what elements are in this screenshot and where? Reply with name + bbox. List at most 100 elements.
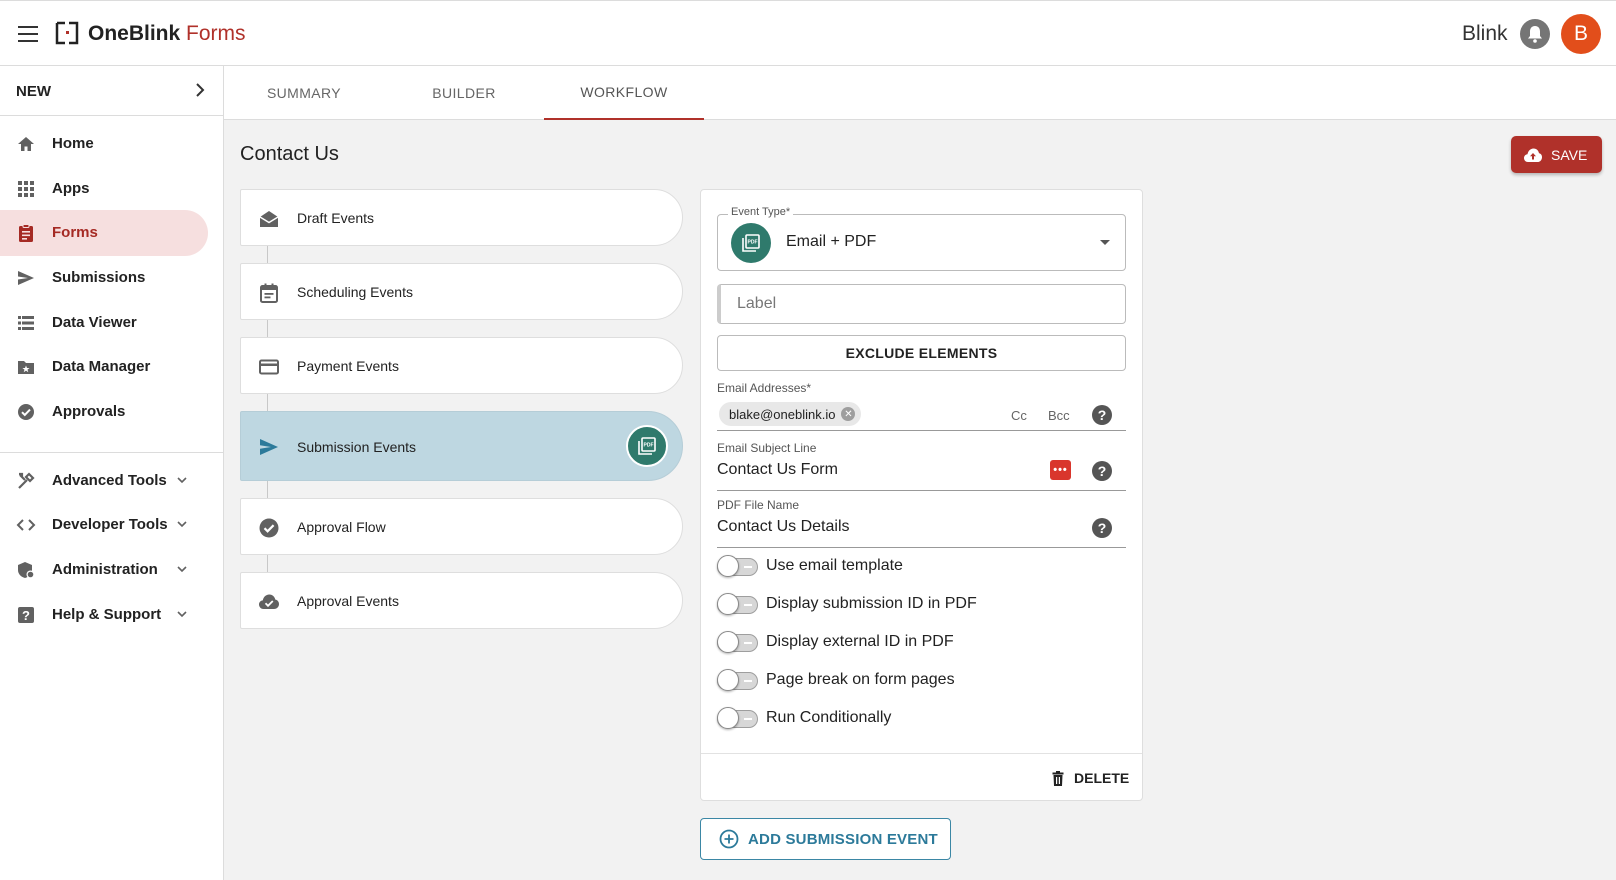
toggle-label: Display submission ID in PDF (766, 595, 977, 612)
notifications-bell-icon[interactable] (1520, 19, 1550, 49)
chevron-down-icon (177, 521, 187, 528)
page-title: Contact Us (240, 143, 339, 165)
dropdown-caret-icon (1100, 240, 1110, 245)
app-logo-text[interactable]: OneBlink Forms (88, 21, 246, 47)
toggle-knob (717, 631, 739, 653)
help-icon[interactable]: ? (1092, 518, 1112, 538)
sidebar-divider (0, 452, 223, 453)
delete-button[interactable]: DELETE (1052, 768, 1129, 788)
sidebar-item-label: Forms (52, 224, 98, 241)
event-scheduling-events[interactable]: Scheduling Events (240, 263, 683, 320)
sidebar: NEW Home Apps Forms Submissions Data Vie… (0, 66, 224, 880)
check-circle-icon (259, 518, 279, 538)
credit-card-icon (259, 359, 279, 375)
chevron-down-icon (177, 611, 187, 618)
event-label: Scheduling Events (297, 284, 413, 300)
tab-workflow[interactable]: WORKFLOW (544, 66, 704, 120)
sidebar-item-label: Administration (52, 561, 158, 578)
logo-part-oneblink: OneBlink (88, 22, 181, 45)
bcc-button[interactable]: Bcc (1048, 408, 1070, 423)
sidebar-item-label: Home (52, 135, 94, 152)
home-icon (18, 137, 34, 151)
hamburger-menu-icon[interactable] (18, 26, 38, 42)
pdf-file-name-field[interactable]: PDF File Name Contact Us Details ? (717, 498, 1126, 548)
form-tabs: SUMMARY BUILDER WORKFLOW (224, 66, 1616, 120)
sidebar-item-submissions[interactable]: Submissions (0, 255, 208, 301)
event-label: Draft Events (297, 210, 375, 226)
toggle-off-dash (744, 604, 752, 606)
sidebar-item-label: Data Manager (52, 358, 151, 375)
sidebar-group-developer-tools[interactable]: Developer Tools (0, 502, 208, 548)
chevron-down-icon (177, 477, 187, 484)
help-icon[interactable]: ? (1092, 461, 1112, 481)
user-avatar[interactable]: B (1561, 14, 1601, 54)
exclude-elements-button[interactable]: EXCLUDE ELEMENTS (717, 335, 1126, 371)
pdf-badge-icon: PDF (626, 425, 668, 467)
event-label: Approval Flow (297, 519, 386, 535)
insert-element-token-icon[interactable]: ••• (1050, 460, 1071, 480)
event-type-legend: Event Type* (728, 206, 794, 218)
new-button[interactable]: NEW (0, 66, 223, 116)
cloud-check-icon (259, 594, 279, 609)
email-addresses-field[interactable]: Email Addresses* blake@oneblink.io ✕ Cc … (717, 381, 1126, 431)
event-payment-events[interactable]: Payment Events (240, 337, 683, 394)
toggle-knob (717, 555, 739, 577)
cloud-upload-icon (1524, 148, 1542, 162)
toggle-knob (717, 707, 739, 729)
email-addresses-caption: Email Addresses* (717, 381, 812, 395)
event-type-select[interactable]: Event Type* PDF Email + PDF (717, 206, 1126, 271)
check-circle-icon (18, 404, 34, 420)
sidebar-item-home[interactable]: Home (0, 121, 208, 167)
add-submission-event-button[interactable]: ADD SUBMISSION EVENT (700, 818, 951, 860)
event-label: Approval Events (297, 593, 399, 609)
event-label: Submission Events (297, 439, 417, 455)
pdf-icon: PDF (731, 223, 771, 263)
tenant-name: Blink (1462, 22, 1508, 45)
event-approval-flow[interactable]: Approval Flow (240, 498, 683, 555)
cc-button[interactable]: Cc (1011, 408, 1027, 423)
tab-builder[interactable]: BUILDER (384, 66, 544, 120)
code-icon (16, 519, 36, 531)
toggle-label: Display external ID in PDF (766, 633, 954, 650)
toggle-off-dash (744, 566, 752, 568)
new-label: NEW (16, 83, 51, 100)
email-subject-field[interactable]: Email Subject Line Contact Us Form ••• ? (717, 441, 1126, 491)
toggle-off-dash (744, 642, 752, 644)
card-divider (701, 753, 1142, 754)
save-label: SAVE (1551, 146, 1588, 163)
tab-summary[interactable]: SUMMARY (224, 66, 384, 120)
sidebar-group-advanced-tools[interactable]: Advanced Tools (0, 458, 208, 504)
sidebar-item-forms[interactable]: Forms (0, 210, 208, 256)
list-icon (18, 316, 34, 330)
calendar-icon (260, 283, 278, 303)
svg-text:?: ? (22, 608, 30, 623)
event-approval-events[interactable]: Approval Events (240, 572, 683, 629)
help-icon[interactable]: ? (1092, 405, 1112, 425)
toggle-off-dash (744, 680, 752, 682)
email-subject-value: Contact Us Form (717, 461, 838, 478)
sidebar-item-label: Submissions (52, 269, 146, 286)
sidebar-item-apps[interactable]: Apps (0, 166, 208, 212)
save-button[interactable]: SAVE (1511, 136, 1602, 173)
sidebar-item-label: Apps (52, 180, 90, 197)
sidebar-group-help-support[interactable]: ? Help & Support (0, 592, 208, 638)
sidebar-item-data-manager[interactable]: Data Manager (0, 344, 208, 390)
sidebar-item-approvals[interactable]: Approvals (0, 389, 208, 435)
label-input[interactable]: Label (717, 284, 1126, 324)
help-box-icon: ? (18, 607, 34, 623)
toggle-label: Page break on form pages (766, 671, 955, 688)
sidebar-item-data-viewer[interactable]: Data Viewer (0, 300, 208, 346)
send-icon (18, 271, 34, 285)
chevron-right-icon (196, 83, 205, 97)
event-draft-events[interactable]: Draft Events (240, 189, 683, 246)
event-submission-events[interactable]: Submission Events PDF (240, 411, 683, 481)
remove-chip-icon[interactable]: ✕ (841, 407, 856, 421)
folder-star-icon (18, 361, 34, 374)
email-chip[interactable]: blake@oneblink.io ✕ (719, 402, 862, 426)
delete-label: DELETE (1074, 770, 1130, 786)
chevron-down-icon (177, 566, 187, 573)
sidebar-item-label: Approvals (52, 403, 126, 420)
sidebar-group-administration[interactable]: Administration (0, 547, 208, 593)
sidebar-item-label: Help & Support (52, 606, 162, 623)
svg-text:PDF: PDF (748, 240, 758, 246)
